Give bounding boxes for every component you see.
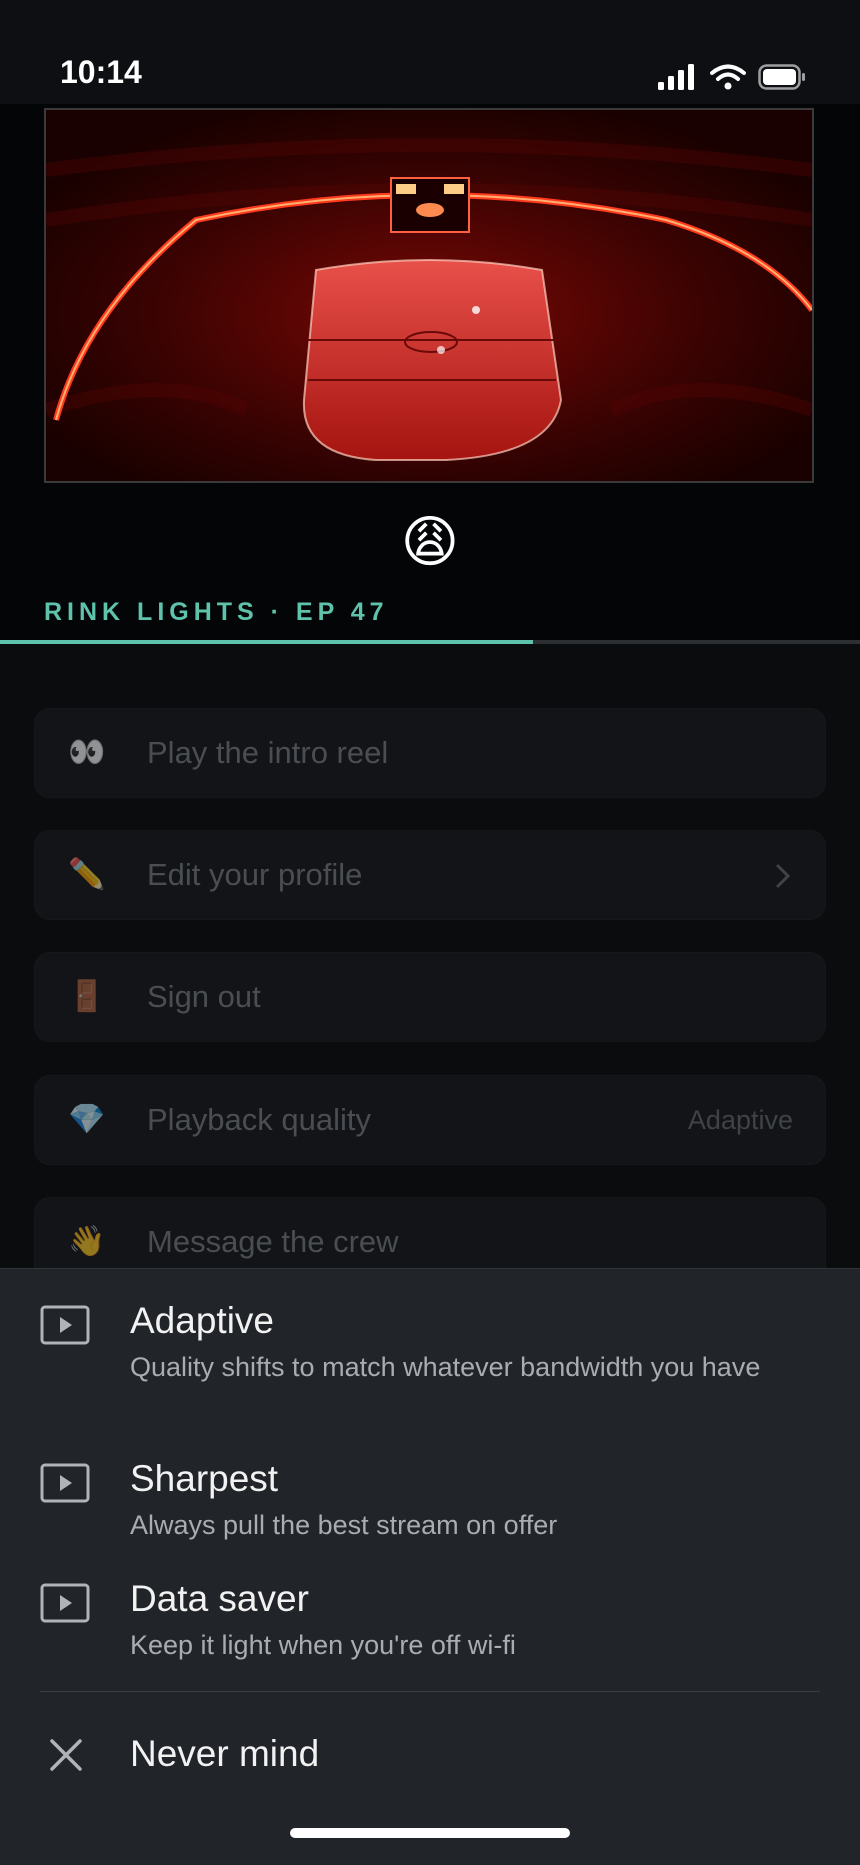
option-description: Keep it light when you're off wi-fi (130, 1630, 516, 1660)
menu-item-intro-reel[interactable]: 👀 Play the intro reel (34, 708, 826, 798)
option-title: Adaptive (130, 1300, 274, 1341)
home-indicator[interactable] (290, 1828, 570, 1838)
status-bar: 10:14 (0, 0, 860, 104)
menu-item-playback-quality[interactable]: 💎 Playback quality Adaptive (34, 1075, 826, 1165)
cancel-button[interactable]: Never mind (0, 1719, 860, 1799)
cancel-label: Never mind (130, 1733, 320, 1774)
door-icon: 🚪 (68, 980, 106, 1013)
menu-item-label: Playback quality (147, 1102, 372, 1137)
arena-illustration (46, 110, 812, 481)
eyes-icon: 👀 (68, 736, 106, 769)
menu-item-label: Sign out (147, 979, 261, 1014)
menu-item-label: Play the intro reel (147, 735, 389, 770)
option-description: Quality shifts to match whatever bandwid… (130, 1352, 761, 1382)
chevron-right-icon (776, 864, 791, 888)
battery-icon (758, 64, 805, 90)
reaction-emoji[interactable]: 😩 (0, 510, 860, 574)
hero-image (44, 108, 814, 483)
option-sharpest[interactable]: Sharpest Always pull the best stream on … (0, 1457, 860, 1557)
menu-item-sign-out[interactable]: 🚪 Sign out (34, 952, 826, 1042)
play-icon (40, 1583, 90, 1623)
option-title: Data saver (130, 1578, 309, 1619)
menu-item-label: Edit your profile (147, 857, 363, 892)
option-data-saver[interactable]: Data saver Keep it light when you're off… (0, 1577, 860, 1677)
pencil-icon: ✏️ (68, 858, 106, 891)
close-icon (50, 1739, 82, 1771)
playback-quality-sheet: Adaptive Quality shifts to match whateve… (0, 1268, 860, 1865)
menu-item-edit-profile[interactable]: ✏️ Edit your profile (34, 830, 826, 920)
option-adaptive[interactable]: Adaptive Quality shifts to match whateve… (0, 1299, 860, 1449)
wifi-icon (710, 64, 746, 90)
option-title: Sharpest (130, 1458, 279, 1499)
sheet-divider (40, 1691, 820, 1692)
play-icon (40, 1463, 90, 1503)
waving-hand-icon: 👋 (68, 1225, 106, 1258)
status-icons (658, 64, 806, 90)
play-icon (40, 1305, 90, 1345)
episode-label: RINK LIGHTS · EP 47 (44, 598, 389, 626)
option-description: Always pull the best stream on offer (130, 1510, 558, 1540)
signal-icon (658, 64, 694, 90)
gem-icon: 💎 (68, 1103, 106, 1136)
playback-quality-value: Adaptive (687, 1105, 793, 1135)
status-time: 10:14 (60, 54, 142, 90)
